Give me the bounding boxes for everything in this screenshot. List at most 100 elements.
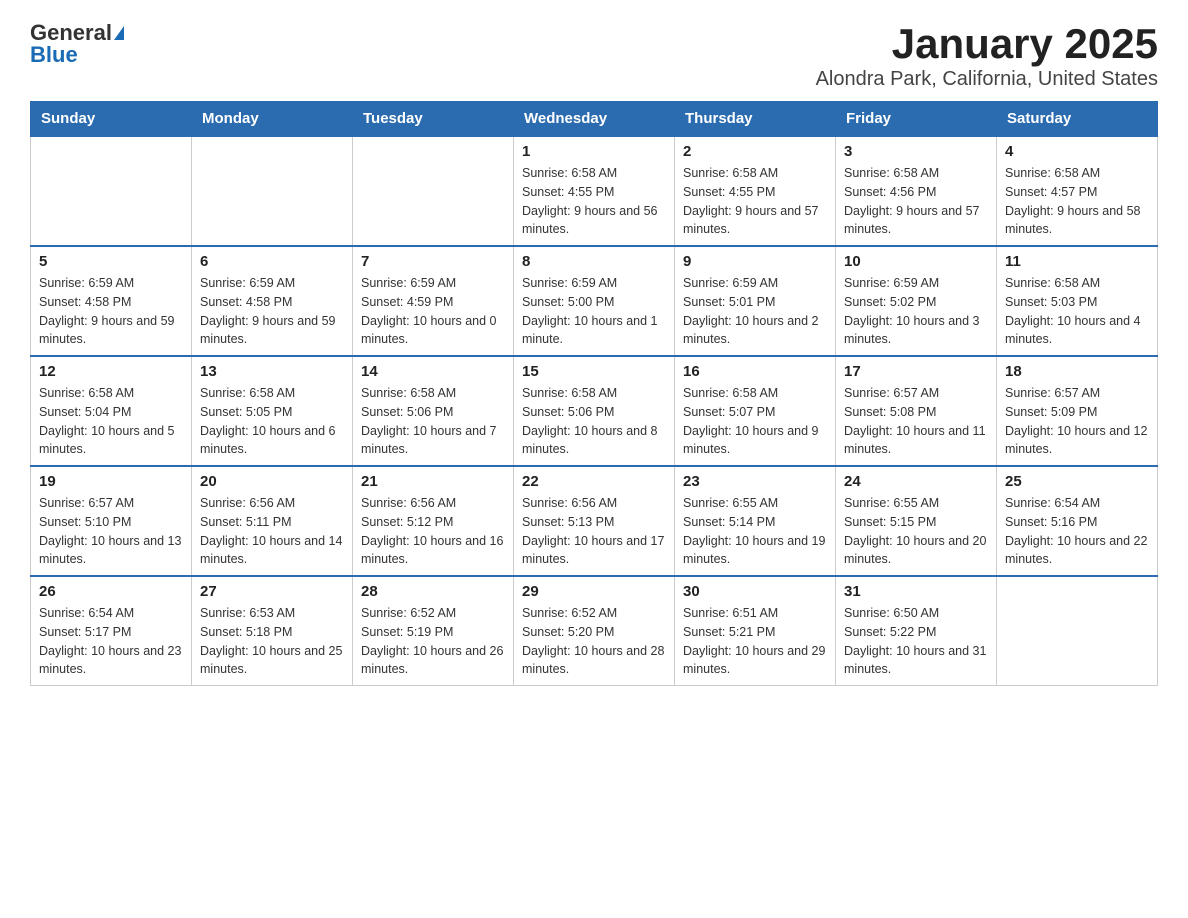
day-number: 25 <box>1005 473 1149 490</box>
calendar-day-21: 21Sunrise: 6:56 AMSunset: 5:12 PMDayligh… <box>353 466 514 576</box>
day-info: Sunrise: 6:57 AMSunset: 5:10 PMDaylight:… <box>39 494 183 569</box>
day-info: Sunrise: 6:58 AMSunset: 4:55 PMDaylight:… <box>522 164 666 239</box>
calendar-day-5: 5 Sunrise: 6:59 AMSunset: 4:58 PMDaylight… <box>31 246 192 356</box>
day-info: Sunrise: 6:58 AMSunset: 5:03 PMDaylight:… <box>1005 274 1149 349</box>
calendar-day-31: 31Sunrise: 6:50 AMSunset: 5:22 PMDayligh… <box>836 576 997 686</box>
day-number: 27 <box>200 583 344 600</box>
day-info: Sunrise: 6:55 AMSunset: 5:14 PMDaylight:… <box>683 494 827 569</box>
calendar-day-28: 28 Sunrise: 6:52 AMSunset: 5:19 PMDayligh… <box>353 576 514 686</box>
logo-blue-text: Blue <box>30 42 78 68</box>
calendar-day-17: 17 Sunrise: 6:57 AMSunset: 5:08 PMDayligh… <box>836 356 997 466</box>
day-info: Sunrise: 6:52 AMSunset: 5:19 PMDaylight:… <box>361 604 505 679</box>
calendar-day-empty <box>997 576 1158 686</box>
column-header-tuesday: Tuesday <box>353 102 514 137</box>
day-info: Sunrise: 6:56 AMSunset: 5:11 PMDaylight:… <box>200 494 344 569</box>
calendar-day-3: 3Sunrise: 6:58 AMSunset: 4:56 PMDaylight… <box>836 136 997 246</box>
calendar-day-8: 8 Sunrise: 6:59 AMSunset: 5:00 PMDaylight… <box>514 246 675 356</box>
logo: General Blue <box>30 20 124 68</box>
day-number: 15 <box>522 363 666 380</box>
day-info: Sunrise: 6:55 AMSunset: 5:15 PMDaylight:… <box>844 494 988 569</box>
day-number: 14 <box>361 363 505 380</box>
calendar-subtitle: Alondra Park, California, United States <box>816 68 1158 91</box>
day-number: 7 <box>361 253 505 270</box>
calendar-day-4: 4 Sunrise: 6:58 AMSunset: 4:57 PMDaylight… <box>997 136 1158 246</box>
day-info: Sunrise: 6:56 AMSunset: 5:12 PMDaylight:… <box>361 494 505 569</box>
calendar-day-16: 16 Sunrise: 6:58 AMSunset: 5:07 PMDayligh… <box>675 356 836 466</box>
calendar-day-27: 27 Sunrise: 6:53 AMSunset: 5:18 PMDayligh… <box>192 576 353 686</box>
day-number: 23 <box>683 473 827 490</box>
calendar-day-23: 23 Sunrise: 6:55 AMSunset: 5:14 PMDayligh… <box>675 466 836 576</box>
day-info: Sunrise: 6:58 AMSunset: 5:07 PMDaylight:… <box>683 384 827 459</box>
day-number: 12 <box>39 363 183 380</box>
column-header-friday: Friday <box>836 102 997 137</box>
column-header-thursday: Thursday <box>675 102 836 137</box>
calendar-day-13: 13 Sunrise: 6:58 AMSunset: 5:05 PMDayligh… <box>192 356 353 466</box>
calendar-day-empty <box>192 136 353 246</box>
calendar-table: SundayMondayTuesdayWednesdayThursdayFrid… <box>30 101 1158 686</box>
day-info: Sunrise: 6:58 AMSunset: 5:05 PMDaylight:… <box>200 384 344 459</box>
day-info: Sunrise: 6:57 AMSunset: 5:09 PMDaylight:… <box>1005 384 1149 459</box>
calendar-day-empty <box>31 136 192 246</box>
column-header-wednesday: Wednesday <box>514 102 675 137</box>
calendar-day-26: 26 Sunrise: 6:54 AMSunset: 5:17 PMDayligh… <box>31 576 192 686</box>
day-number: 30 <box>683 583 827 600</box>
day-number: 26 <box>39 583 183 600</box>
column-header-saturday: Saturday <box>997 102 1158 137</box>
day-number: 22 <box>522 473 666 490</box>
calendar-day-25: 25 Sunrise: 6:54 AMSunset: 5:16 PMDayligh… <box>997 466 1158 576</box>
day-number: 16 <box>683 363 827 380</box>
day-number: 11 <box>1005 253 1149 270</box>
day-info: Sunrise: 6:54 AMSunset: 5:17 PMDaylight:… <box>39 604 183 679</box>
day-info: Sunrise: 6:51 AMSunset: 5:21 PMDaylight:… <box>683 604 827 679</box>
day-number: 4 <box>1005 143 1149 160</box>
day-number: 20 <box>200 473 344 490</box>
day-number: 2 <box>683 143 827 160</box>
day-number: 9 <box>683 253 827 270</box>
day-info: Sunrise: 6:53 AMSunset: 5:18 PMDaylight:… <box>200 604 344 679</box>
day-number: 8 <box>522 253 666 270</box>
day-info: Sunrise: 6:58 AMSunset: 5:06 PMDaylight:… <box>522 384 666 459</box>
day-info: Sunrise: 6:59 AMSunset: 5:00 PMDaylight:… <box>522 274 666 349</box>
day-number: 19 <box>39 473 183 490</box>
calendar-day-6: 6Sunrise: 6:59 AMSunset: 4:58 PMDaylight… <box>192 246 353 356</box>
calendar-day-10: 10 Sunrise: 6:59 AMSunset: 5:02 PMDayligh… <box>836 246 997 356</box>
day-number: 5 <box>39 253 183 270</box>
calendar-day-11: 11 Sunrise: 6:58 AMSunset: 5:03 PMDayligh… <box>997 246 1158 356</box>
calendar-title: January 2025 <box>816 20 1158 68</box>
day-info: Sunrise: 6:58 AMSunset: 4:57 PMDaylight:… <box>1005 164 1149 239</box>
day-number: 10 <box>844 253 988 270</box>
calendar-day-30: 30 Sunrise: 6:51 AMSunset: 5:21 PMDayligh… <box>675 576 836 686</box>
day-info: Sunrise: 6:59 AMSunset: 4:58 PMDaylight:… <box>39 274 183 349</box>
calendar-week-row: 1 Sunrise: 6:58 AMSunset: 4:55 PMDaylight… <box>31 136 1158 246</box>
calendar-day-7: 7 Sunrise: 6:59 AMSunset: 4:59 PMDaylight… <box>353 246 514 356</box>
day-info: Sunrise: 6:50 AMSunset: 5:22 PMDaylight:… <box>844 604 988 679</box>
day-number: 17 <box>844 363 988 380</box>
day-number: 18 <box>1005 363 1149 380</box>
day-info: Sunrise: 6:59 AMSunset: 5:02 PMDaylight:… <box>844 274 988 349</box>
calendar-day-1: 1 Sunrise: 6:58 AMSunset: 4:55 PMDaylight… <box>514 136 675 246</box>
day-info: Sunrise: 6:58 AMSunset: 5:04 PMDaylight:… <box>39 384 183 459</box>
day-number: 28 <box>361 583 505 600</box>
day-info: Sunrise: 6:57 AMSunset: 5:08 PMDaylight:… <box>844 384 988 459</box>
day-info: Sunrise: 6:59 AMSunset: 5:01 PMDaylight:… <box>683 274 827 349</box>
column-header-sunday: Sunday <box>31 102 192 137</box>
column-header-monday: Monday <box>192 102 353 137</box>
day-info: Sunrise: 6:54 AMSunset: 5:16 PMDaylight:… <box>1005 494 1149 569</box>
calendar-header-row: SundayMondayTuesdayWednesdayThursdayFrid… <box>31 102 1158 137</box>
logo-triangle-icon <box>114 26 124 40</box>
page-header: General Blue January 2025 Alondra Park, … <box>30 20 1158 91</box>
day-info: Sunrise: 6:59 AMSunset: 4:58 PMDaylight:… <box>200 274 344 349</box>
day-number: 1 <box>522 143 666 160</box>
calendar-day-15: 15 Sunrise: 6:58 AMSunset: 5:06 PMDayligh… <box>514 356 675 466</box>
day-info: Sunrise: 6:58 AMSunset: 4:56 PMDaylight:… <box>844 164 988 239</box>
day-info: Sunrise: 6:59 AMSunset: 4:59 PMDaylight:… <box>361 274 505 349</box>
calendar-day-24: 24Sunrise: 6:55 AMSunset: 5:15 PMDayligh… <box>836 466 997 576</box>
calendar-week-row: 5 Sunrise: 6:59 AMSunset: 4:58 PMDaylight… <box>31 246 1158 356</box>
day-number: 13 <box>200 363 344 380</box>
day-info: Sunrise: 6:58 AMSunset: 4:55 PMDaylight:… <box>683 164 827 239</box>
calendar-day-14: 14 Sunrise: 6:58 AMSunset: 5:06 PMDayligh… <box>353 356 514 466</box>
calendar-day-9: 9 Sunrise: 6:59 AMSunset: 5:01 PMDaylight… <box>675 246 836 356</box>
calendar-day-12: 12 Sunrise: 6:58 AMSunset: 5:04 PMDayligh… <box>31 356 192 466</box>
calendar-day-29: 29Sunrise: 6:52 AMSunset: 5:20 PMDayligh… <box>514 576 675 686</box>
day-info: Sunrise: 6:58 AMSunset: 5:06 PMDaylight:… <box>361 384 505 459</box>
